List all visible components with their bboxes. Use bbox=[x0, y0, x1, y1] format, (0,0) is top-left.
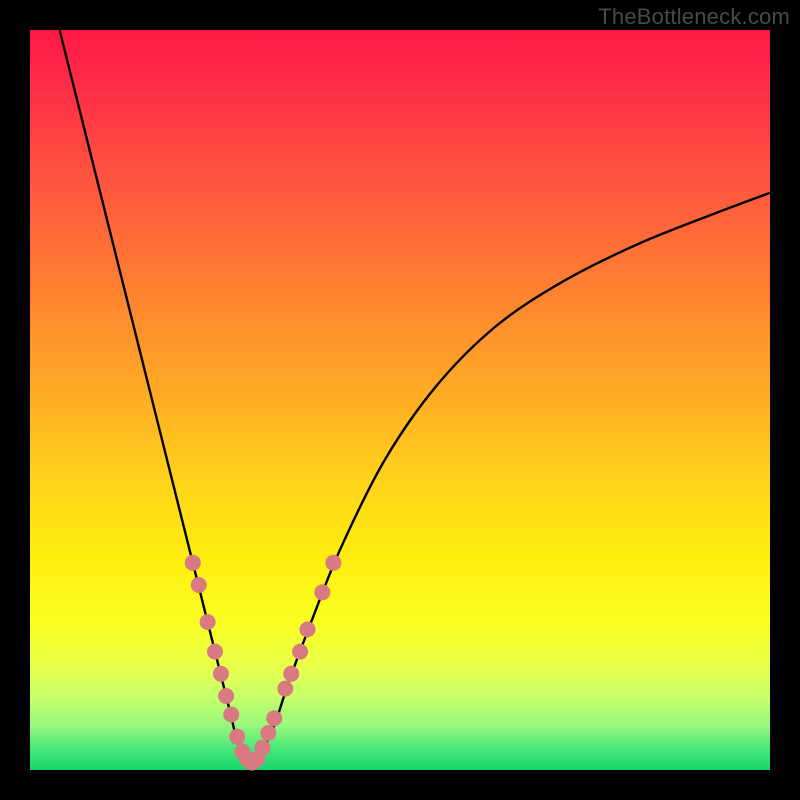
marker-dot bbox=[292, 644, 308, 660]
marker-dot bbox=[223, 707, 239, 723]
marker-dot bbox=[266, 710, 282, 726]
marker-dot bbox=[191, 577, 207, 593]
plot-area bbox=[30, 30, 770, 770]
chart-svg bbox=[30, 30, 770, 770]
marker-dot bbox=[218, 688, 234, 704]
marker-dot bbox=[229, 729, 245, 745]
marker-dot bbox=[260, 725, 276, 741]
watermark-label: TheBottleneck.com bbox=[598, 4, 790, 30]
marker-dot bbox=[213, 666, 229, 682]
marker-dot bbox=[200, 614, 216, 630]
chart-frame: TheBottleneck.com bbox=[0, 0, 800, 800]
marker-dot bbox=[277, 681, 293, 697]
marker-dot bbox=[325, 555, 341, 571]
marker-dot bbox=[283, 666, 299, 682]
curve-path bbox=[60, 30, 770, 763]
marker-dot bbox=[185, 555, 201, 571]
marker-dot bbox=[254, 740, 270, 756]
marker-dot bbox=[207, 644, 223, 660]
marker-dot bbox=[314, 584, 330, 600]
marker-dot bbox=[300, 621, 316, 637]
marker-group bbox=[185, 555, 342, 771]
